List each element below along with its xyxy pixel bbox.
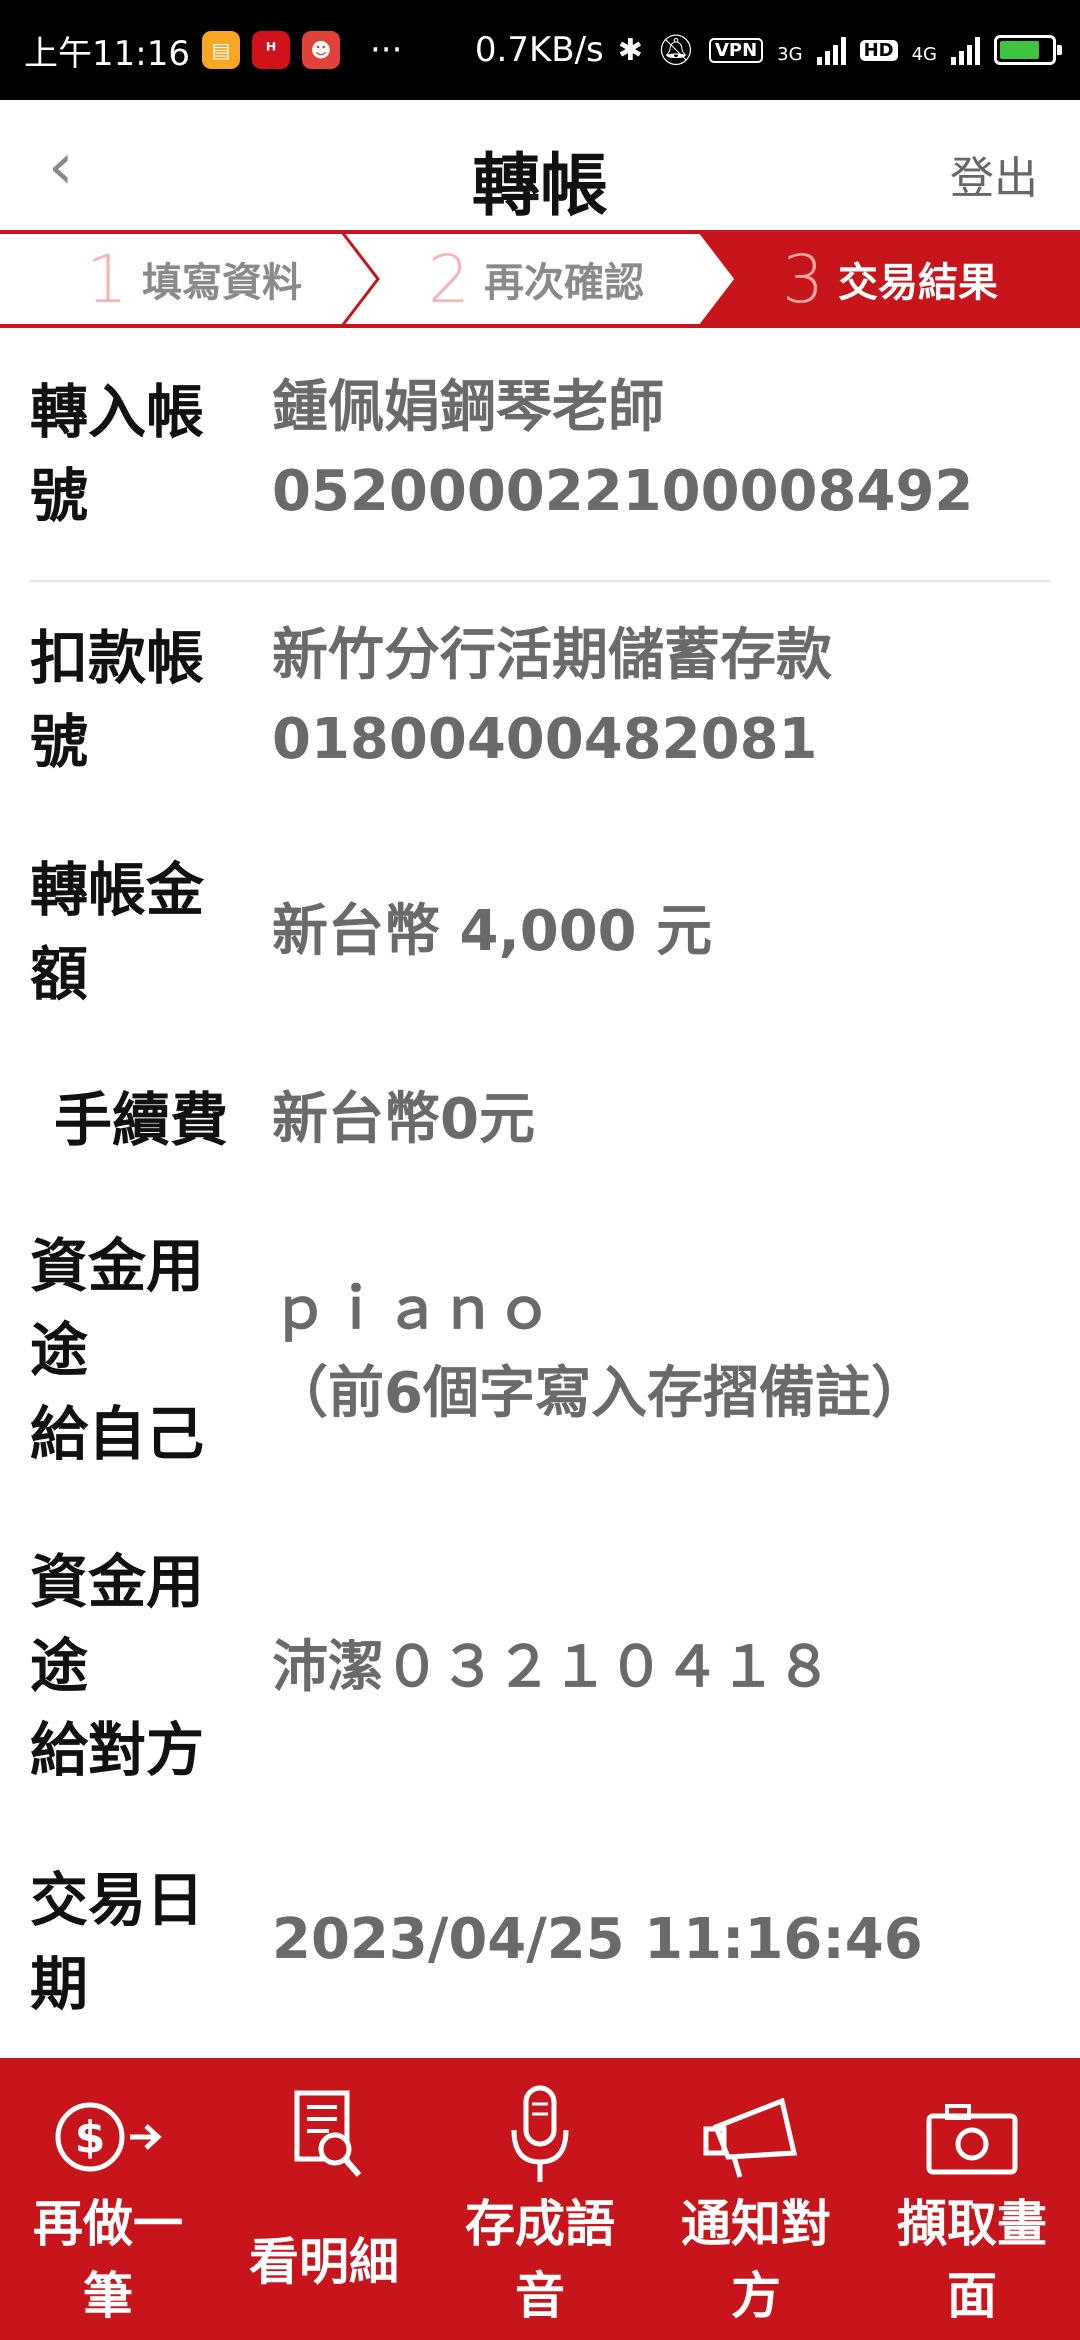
step-1-number: 1	[86, 240, 128, 318]
step-2-number: 2	[428, 240, 470, 318]
hd-badge: HD	[859, 39, 898, 61]
bluetooth-icon: ✱	[617, 32, 643, 68]
purpose-self-text: ｐｉａｎｏ	[272, 1277, 552, 1342]
to-account-number: 052000022100008492	[272, 459, 974, 524]
view-details-label: 看明細	[249, 2233, 399, 2291]
from-account-value: 新竹分行活期儲蓄存款 01800400482081	[272, 614, 832, 782]
step-3-active: 3 交易結果	[782, 230, 998, 328]
to-account-label: 轉入帳 號	[30, 378, 205, 530]
divider	[30, 580, 1050, 582]
from-account-name: 新竹分行活期儲蓄存款	[272, 623, 832, 688]
game-app-icon: ☻	[301, 31, 340, 69]
notify-recipient-button[interactable]: 通知對 方	[648, 2058, 864, 2340]
dollar-arrow-icon: $	[0, 2082, 216, 2192]
camera-icon	[864, 2082, 1080, 2192]
page-title: 轉帳	[471, 147, 608, 226]
logout-button[interactable]: 登出	[950, 142, 1038, 206]
from-account-label: 扣款帳 號	[30, 624, 205, 776]
purpose-other-value: 沛潔０３２１０４１８	[272, 1635, 832, 1700]
to-account-name: 鍾佩娟鋼琴老師	[272, 375, 664, 440]
step-3-number: 3	[782, 240, 824, 318]
status-bar: 上午11:16 ▤ ᴴ ☻ ··· 0.7KB/s ✱ 🔕︎ VPN 3G HD…	[0, 0, 1080, 100]
progress-stepper: 1 填寫資料 2 再次確認 3 交易結果	[0, 230, 1080, 328]
network-speed: 0.7KB/s	[474, 30, 604, 70]
purpose-self-note: （前6個字寫入存摺備註）	[272, 1361, 927, 1426]
megaphone-icon	[648, 2082, 864, 2192]
notify-recipient-label: 通知對 方	[681, 2195, 831, 2325]
document-search-icon	[216, 2082, 432, 2192]
more-notifications-icon: ···	[369, 30, 403, 70]
fee-label: 手續費	[54, 1086, 229, 1154]
network-type-1: 3G	[777, 44, 803, 65]
mute-icon: 🔕︎	[656, 32, 695, 68]
microphone-icon	[432, 2082, 648, 2192]
step-2: 2 再次確認	[428, 230, 644, 328]
repeat-transfer-label: 再做一 筆	[33, 2195, 183, 2325]
repeat-transfer-button[interactable]: $ 再做一 筆	[0, 2058, 216, 2340]
step-1-label: 填寫資料	[142, 260, 302, 306]
view-details-button[interactable]: 看明細	[216, 2058, 432, 2340]
step-3-label: 交易結果	[838, 260, 998, 306]
purpose-other-label: 資金用 途 給對方	[30, 1548, 205, 1784]
from-account-number: 01800400482081	[272, 707, 818, 772]
status-time: 上午11:16	[24, 33, 190, 74]
fee-value: 新台幣0元	[272, 1087, 535, 1152]
screenshot-label: 擷取畫 面	[897, 2195, 1047, 2325]
signal-1-icon	[816, 35, 846, 65]
bottom-action-bar: $ 再做一 筆 看明細 存成語 音 通知對 方 擷取畫 面	[0, 2058, 1080, 2340]
to-account-value: 鍾佩娟鋼琴老師 052000022100008492	[272, 366, 973, 534]
svg-text:$: $	[75, 2112, 106, 2163]
transaction-date-value: 2023/04/25 11:16:46	[272, 1907, 923, 1972]
save-voice-label: 存成語 音	[465, 2195, 615, 2325]
purpose-self-label: 資金用 途 給自己	[30, 1232, 205, 1468]
signal-2-icon	[951, 35, 980, 65]
notes-app-icon: ▤	[201, 31, 240, 69]
save-voice-button[interactable]: 存成語 音	[432, 2058, 648, 2340]
date-label: 交易日 期	[30, 1866, 205, 2018]
battery-icon	[994, 35, 1062, 65]
amount-value: 新台幣 4,000 元	[272, 899, 713, 964]
screenshot-button[interactable]: 擷取畫 面	[864, 2058, 1080, 2340]
step-1: 1 填寫資料	[86, 230, 302, 328]
bank-app-icon: ᴴ	[251, 31, 290, 69]
amount-label: 轉帳金 額	[30, 856, 205, 1008]
step-2-label: 再次確認	[484, 260, 644, 306]
app-header: ‹ 轉帳 登出	[0, 100, 1080, 230]
vpn-badge: VPN	[708, 37, 764, 63]
purpose-self-value: ｐｉａｎｏ （前6個字寫入存摺備註）	[272, 1268, 927, 1436]
network-type-2: 4G	[911, 44, 937, 65]
